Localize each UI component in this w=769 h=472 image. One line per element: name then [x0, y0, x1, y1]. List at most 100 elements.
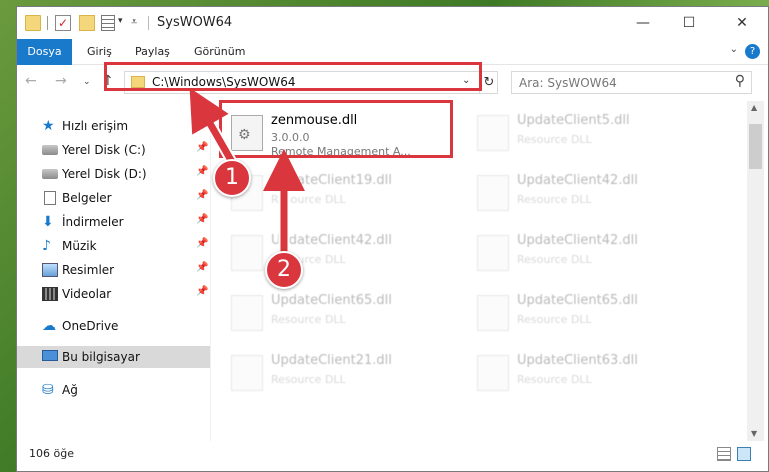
pin-icon[interactable]: 📌: [196, 142, 208, 153]
properties-icon[interactable]: [101, 15, 115, 31]
scroll-thumb[interactable]: [749, 124, 762, 169]
title-divider: [148, 16, 149, 30]
tab-file[interactable]: Dosya: [17, 39, 72, 65]
file-type: Resource DLL: [271, 313, 346, 326]
dll-file-icon: [477, 115, 509, 151]
drive-icon: [42, 169, 58, 179]
step-badge-1: 1: [213, 159, 251, 197]
sidebar-item-quick-access[interactable]: ★ Hızlı erişim: [17, 115, 210, 137]
window-title: SysWOW64: [157, 15, 233, 30]
pin-icon[interactable]: 📌: [196, 286, 208, 297]
sidebar-item-label: Resimler: [62, 263, 115, 277]
video-icon: [42, 287, 58, 301]
help-icon[interactable]: ?: [745, 44, 760, 59]
sidebar-item-local-disk-c[interactable]: Yerel Disk (C:) 📌: [17, 139, 210, 161]
pin-icon[interactable]: 📌: [196, 214, 208, 225]
sidebar-item-label: Yerel Disk (C:): [62, 143, 146, 157]
file-name: UpdateClient63.dll: [517, 353, 638, 368]
file-item[interactable]: UpdateClient42.dll Resource DLL: [463, 167, 703, 221]
file-item[interactable]: UpdateClient65.dll Resource DLL: [217, 287, 457, 341]
vertical-scrollbar[interactable]: ▲ ▼: [747, 101, 764, 441]
file-item[interactable]: UpdateClient19.dll Resource DLL: [217, 167, 457, 221]
details-view-icon[interactable]: [717, 447, 731, 461]
sidebar-item-label: Bu bilgisayar: [62, 350, 140, 364]
step-badge-2: 2: [265, 251, 303, 289]
file-name: UpdateClient42.dll: [517, 233, 638, 248]
network-icon: ⛁: [42, 382, 54, 398]
picture-icon: [42, 263, 58, 277]
file-highlight: [219, 100, 453, 158]
pin-icon[interactable]: 📌: [196, 166, 208, 177]
folder-icon[interactable]: [25, 15, 41, 31]
file-item[interactable]: UpdateClient63.dll Resource DLL: [463, 347, 703, 401]
computer-icon: [42, 350, 58, 361]
dll-file-icon: [477, 235, 509, 271]
sidebar-item-pictures[interactable]: Resimler 📌: [17, 259, 210, 281]
file-item[interactable]: UpdateClient5.dll Resource DLL: [463, 107, 703, 161]
sidebar-item-local-disk-d[interactable]: Yerel Disk (D:) 📌: [17, 163, 210, 185]
navigation-pane: ★ Hızlı erişim Yerel Disk (C:) 📌 Yerel D…: [17, 101, 210, 441]
search-icon[interactable]: ⚲: [735, 73, 745, 89]
pin-icon[interactable]: 📌: [196, 238, 208, 249]
pin-icon[interactable]: 📌: [196, 262, 208, 273]
document-icon: [44, 191, 56, 205]
sidebar-item-label: İndirmeler: [62, 215, 124, 229]
sidebar-item-music[interactable]: ♪ Müzik 📌: [17, 235, 210, 257]
file-name: UpdateClient21.dll: [271, 353, 392, 368]
search-placeholder: Ara: SysWOW64: [519, 76, 617, 90]
recent-locations-icon[interactable]: ⌄: [83, 77, 91, 87]
sidebar-item-label: OneDrive: [62, 319, 119, 333]
customize-toolbar-icon[interactable]: ⩡: [131, 15, 137, 29]
sidebar-item-downloads[interactable]: ⬇ İndirmeler 📌: [17, 211, 210, 233]
file-item[interactable]: UpdateClient21.dll Resource DLL: [217, 347, 457, 401]
scroll-down-icon[interactable]: ▼: [751, 429, 757, 438]
sidebar-item-label: Ağ: [62, 383, 78, 397]
minimize-button[interactable]: —: [620, 7, 666, 39]
sidebar-item-label: Yerel Disk (D:): [62, 167, 147, 181]
dll-file-icon: [231, 355, 263, 391]
chevron-down-icon[interactable]: ▾: [118, 16, 123, 26]
large-icons-view-icon[interactable]: [737, 447, 751, 461]
sidebar-item-network[interactable]: ⛁ Ağ: [17, 379, 210, 401]
cloud-icon: ☁: [42, 318, 56, 334]
file-item[interactable]: UpdateClient65.dll Resource DLL: [463, 287, 703, 341]
search-input[interactable]: Ara: SysWOW64 ⚲: [511, 71, 752, 94]
status-bar: 106 öğe: [17, 441, 768, 471]
file-name: UpdateClient65.dll: [271, 293, 392, 308]
back-arrow-icon[interactable]: ←: [25, 73, 37, 89]
star-icon: ★: [42, 118, 55, 134]
scroll-up-icon[interactable]: ▲: [751, 103, 757, 112]
new-folder-icon[interactable]: [79, 15, 95, 31]
drive-icon: [42, 145, 58, 155]
dll-file-icon: [477, 355, 509, 391]
title-bar: ✓ ▾ ⩡ SysWOW64 — ☐ ✕: [17, 7, 768, 39]
pin-icon[interactable]: 📌: [196, 190, 208, 201]
file-type: Resource DLL: [271, 193, 346, 206]
file-item[interactable]: UpdateClient42.dll Resource DLL: [217, 227, 457, 281]
sidebar-item-label: Hızlı erişim: [62, 119, 129, 133]
sidebar-item-videos[interactable]: Videolar 📌: [17, 283, 210, 305]
file-type: Resource DLL: [517, 313, 592, 326]
file-item[interactable]: UpdateClient42.dll Resource DLL: [463, 227, 703, 281]
file-type: Resource DLL: [517, 193, 592, 206]
file-type: Resource DLL: [517, 373, 592, 386]
file-name: UpdateClient5.dll: [517, 113, 630, 128]
sidebar-item-onedrive[interactable]: ☁ OneDrive: [17, 315, 210, 337]
file-type: Resource DLL: [517, 133, 592, 146]
file-name: UpdateClient42.dll: [517, 173, 638, 188]
chevron-down-icon[interactable]: ⌄: [730, 44, 738, 55]
file-name: UpdateClient19.dll: [271, 173, 392, 188]
item-count: 106 öğe: [29, 447, 74, 460]
dll-file-icon: [477, 175, 509, 211]
close-button[interactable]: ✕: [719, 7, 765, 39]
file-type: Resource DLL: [271, 373, 346, 386]
file-name: UpdateClient65.dll: [517, 293, 638, 308]
sidebar-item-this-pc[interactable]: Bu bilgisayar: [17, 346, 210, 368]
forward-arrow-icon[interactable]: →: [55, 73, 67, 89]
pane-divider[interactable]: [210, 101, 211, 441]
sidebar-item-documents[interactable]: Belgeler 📌: [17, 187, 210, 209]
sidebar-item-label: Videolar: [62, 287, 112, 301]
maximize-button[interactable]: ☐: [666, 7, 712, 39]
properties-check-icon[interactable]: ✓: [55, 15, 71, 31]
music-icon: ♪: [42, 238, 51, 254]
